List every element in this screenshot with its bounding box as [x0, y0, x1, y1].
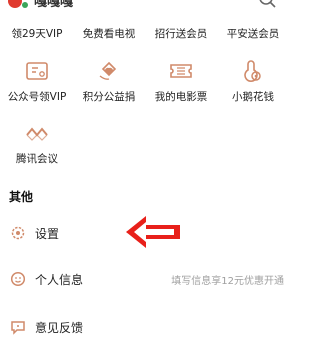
feedback-icon	[11, 321, 25, 335]
movie-ticket-icon	[170, 64, 192, 78]
online-status-dot	[22, 2, 28, 8]
grid-item-label: 小鹅花钱	[232, 91, 274, 103]
meeting-icon	[26, 127, 48, 141]
menu-item-feedback[interactable]: 意见反馈	[0, 312, 290, 342]
grid-item-29day-vip[interactable]: 领29天VIP	[1, 26, 73, 41]
search-icon[interactable]	[258, 0, 276, 8]
settings-icon	[11, 226, 25, 240]
menu-item-label: 设置	[35, 227, 60, 241]
section-title-others: 其他	[9, 190, 34, 204]
profile-promo-hint: 填写信息享12元优惠开通	[171, 276, 284, 287]
heart-hands-icon	[99, 61, 117, 80]
grid-item-label: 招行送会员	[154, 28, 208, 40]
goose-icon	[244, 60, 261, 82]
grid-item-goose-pay[interactable]: 小鹅花钱	[217, 58, 289, 104]
grid-item-label: 腾讯会议	[16, 153, 58, 165]
grid-item-pingan-vip[interactable]: 平安送会员	[217, 26, 289, 41]
service-grid-row-3: 腾讯会议	[0, 120, 290, 170]
ticket-icon	[26, 62, 48, 80]
menu-item-label: 个人信息	[35, 273, 84, 287]
menu-item-profile[interactable]: 个人信息 填写信息享12元优惠开通	[0, 264, 290, 294]
annotation-arrow-icon	[126, 216, 180, 248]
service-grid-row-1: 领29天VIP 免费看电视 招行送会员 平安送会员	[0, 26, 290, 46]
menu-item-label: 意见反馈	[35, 321, 84, 335]
grid-item-label: 领29天VIP	[11, 28, 63, 40]
grid-item-movie-tickets[interactable]: 我的电影票	[145, 58, 217, 104]
grid-item-label: 积分公益捐	[82, 91, 136, 103]
grid-item-free-tv[interactable]: 免费看电视	[73, 26, 145, 41]
avatar[interactable]	[8, 0, 22, 8]
service-grid-row-2: 公众号领VIP 积分公益捐 我的电影票 小鹅花钱	[0, 58, 290, 108]
username: 嘎嘎嘎	[34, 0, 74, 10]
grid-item-label: 免费看电视	[82, 28, 136, 40]
grid-item-wechat-vip[interactable]: 公众号领VIP	[1, 58, 73, 104]
grid-item-tencent-meeting[interactable]: 腾讯会议	[1, 120, 73, 166]
grid-item-label: 平安送会员	[226, 28, 280, 40]
grid-item-cmb-vip[interactable]: 招行送会员	[145, 26, 217, 41]
grid-item-points-donate[interactable]: 积分公益捐	[73, 58, 145, 104]
grid-item-label: 我的电影票	[154, 91, 208, 103]
profile-icon	[10, 271, 26, 287]
grid-item-label: 公众号领VIP	[7, 91, 67, 103]
top-bar: 嘎嘎嘎	[0, 0, 290, 22]
